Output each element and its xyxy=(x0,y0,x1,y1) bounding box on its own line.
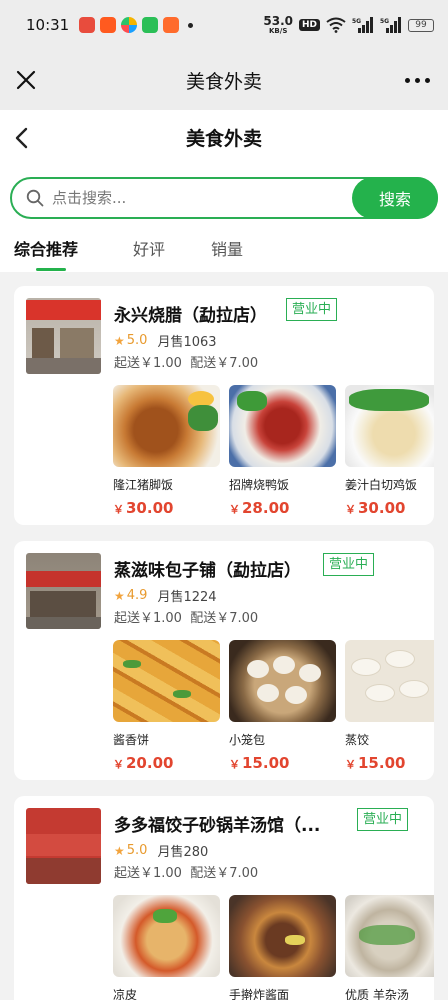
dish-price: ￥ 30.00 xyxy=(113,499,174,517)
tab-recommended[interactable]: 综合推荐 xyxy=(14,236,78,260)
store-name: 多多福饺子砂锅羊汤馆（... xyxy=(114,816,321,836)
signal-icon: 5G xyxy=(352,17,373,33)
status-badge: 营业中 xyxy=(323,553,375,576)
dish-price: ￥ 20.00 xyxy=(113,754,174,772)
network-speed-value: 53.0 xyxy=(263,13,293,28)
dish-item[interactable]: 优质 羊杂汤 xyxy=(345,895,434,1000)
dish-item[interactable]: 隆江猪脚饭 ￥ 30.00 xyxy=(113,385,220,517)
dish-photo xyxy=(229,385,336,467)
dish-name: 隆江猪脚饭 xyxy=(113,478,174,492)
more-options-icon[interactable] xyxy=(405,78,430,83)
status-bar: 10:31 53.0 KB/S HD 5G 5G 99 xyxy=(0,0,448,50)
dish-name: 姜汁白切鸡饭 xyxy=(345,478,418,492)
dish-price: ￥ 28.00 xyxy=(229,499,290,517)
dish-name: 凉皮 xyxy=(113,988,138,1000)
dish-photo xyxy=(113,895,220,977)
signal-icon: 5G xyxy=(380,17,401,33)
taobao-icon xyxy=(100,17,117,33)
search-icon xyxy=(26,189,44,207)
star-icon: ★ xyxy=(114,333,125,348)
dish-item[interactable]: 蒸饺 ￥ 15.00 xyxy=(345,640,434,772)
dish-photo xyxy=(113,385,220,467)
status-badge: 营业中 xyxy=(286,298,338,321)
min-order: 起送￥1.00 xyxy=(114,356,182,371)
dish-price: ￥ 30.00 xyxy=(345,499,406,517)
signal-label: 5G xyxy=(352,18,361,25)
dish-item[interactable]: 酱香饼 ￥ 20.00 xyxy=(113,640,220,772)
store-photo xyxy=(26,808,101,884)
dish-photo xyxy=(229,640,336,722)
dish-price: ￥ 15.00 xyxy=(229,754,290,772)
page-title: 美食外卖 xyxy=(185,128,262,150)
rating-value: 4.9 xyxy=(126,588,148,603)
dish-name: 小笼包 xyxy=(229,733,266,747)
store-name: 永兴烧腊（勐拉店） xyxy=(114,306,267,326)
dish-photo xyxy=(345,640,434,722)
store-photo xyxy=(26,298,101,374)
rating-row: ★ 5.0 月售1063 xyxy=(114,331,217,350)
network-speed-unit: KB/S xyxy=(269,26,288,35)
store-card[interactable]: 多多福饺子砂锅羊汤馆（... 营业中 ★ 5.0 月售280 起送￥1.00 配… xyxy=(14,796,434,1000)
app-notification-icon xyxy=(142,17,159,33)
page-header: 美食外卖 搜索 综合推荐 好评 销量 xyxy=(0,110,448,272)
delivery-fee: 配送￥7.00 xyxy=(190,866,259,881)
fee-row: 起送￥1.00 配送￥7.00 xyxy=(114,352,258,371)
active-tab-indicator xyxy=(36,268,66,271)
miniprogram-title: 美食外卖 xyxy=(185,70,262,93)
status-time: 10:31 xyxy=(26,16,70,34)
dish-name: 蒸饺 xyxy=(345,733,370,747)
rating-row: ★ 4.9 月售1224 xyxy=(114,586,217,605)
dish-name: 招牌烧鸭饭 xyxy=(229,478,290,492)
dish-item[interactable]: 小笼包 ￥ 15.00 xyxy=(229,640,336,772)
dish-name: 手擀炸酱面 xyxy=(229,988,290,1000)
close-icon[interactable] xyxy=(14,68,38,92)
star-icon: ★ xyxy=(114,588,125,603)
miniprogram-bar: 美食外卖 xyxy=(0,50,448,110)
sort-tabs: 综合推荐 好评 销量 xyxy=(0,236,448,272)
network-speed: 53.0 KB/S xyxy=(263,15,293,36)
star-icon: ★ xyxy=(114,843,125,858)
app-notification-icon xyxy=(163,17,180,33)
store-photo xyxy=(26,553,101,629)
dish-photo xyxy=(113,640,220,722)
min-order: 起送￥1.00 xyxy=(114,866,182,881)
tab-sales[interactable]: 销量 xyxy=(211,236,243,260)
status-badge: 营业中 xyxy=(357,808,409,831)
dish-item[interactable]: 凉皮 xyxy=(113,895,220,1000)
store-card[interactable]: 永兴烧腊（勐拉店） 营业中 ★ 5.0 月售1063 起送￥1.00 配送￥7.… xyxy=(14,286,434,525)
dish-name: 优质 羊杂汤 xyxy=(345,988,409,1000)
monthly-sales: 月售1224 xyxy=(157,590,217,605)
more-notifications-icon xyxy=(188,22,194,28)
rating-value: 5.0 xyxy=(126,333,148,348)
dish-item[interactable]: 招牌烧鸭饭 ￥ 28.00 xyxy=(229,385,336,517)
delivery-fee: 配送￥7.00 xyxy=(190,356,259,371)
app-notification-icon xyxy=(121,17,138,33)
dish-item[interactable]: 姜汁白切鸡饭 ￥ 30.00 xyxy=(345,385,434,517)
hd-icon: HD xyxy=(298,19,320,31)
dish-photo xyxy=(229,895,336,977)
dish-photo xyxy=(345,385,434,467)
dish-photo xyxy=(345,895,434,977)
monthly-sales: 月售280 xyxy=(157,845,209,860)
dish-item[interactable]: 手擀炸酱面 xyxy=(229,895,336,1000)
dish-price: ￥ 15.00 xyxy=(345,754,406,772)
store-name: 蒸滋味包子铺（勐拉店） xyxy=(114,561,301,581)
dish-name: 酱香饼 xyxy=(113,733,150,747)
store-card[interactable]: 蒸滋味包子铺（勐拉店） 营业中 ★ 4.9 月售1224 起送￥1.00 配送￥… xyxy=(14,541,434,780)
delivery-fee: 配送￥7.00 xyxy=(190,611,259,626)
fee-row: 起送￥1.00 配送￥7.00 xyxy=(114,607,258,626)
fee-row: 起送￥1.00 配送￥7.00 xyxy=(114,862,258,881)
rating-row: ★ 5.0 月售280 xyxy=(114,841,208,860)
rating-value: 5.0 xyxy=(126,843,148,858)
monthly-sales: 月售1063 xyxy=(157,335,217,350)
battery-icon: 99 xyxy=(408,18,434,32)
search-button[interactable]: 搜索 xyxy=(352,177,438,219)
min-order: 起送￥1.00 xyxy=(114,611,182,626)
wifi-icon xyxy=(326,17,346,33)
signal-label: 5G xyxy=(380,18,389,25)
app-notification-icon xyxy=(79,17,96,33)
tab-good-reviews[interactable]: 好评 xyxy=(133,236,165,260)
search-bar: 搜索 xyxy=(10,177,438,219)
